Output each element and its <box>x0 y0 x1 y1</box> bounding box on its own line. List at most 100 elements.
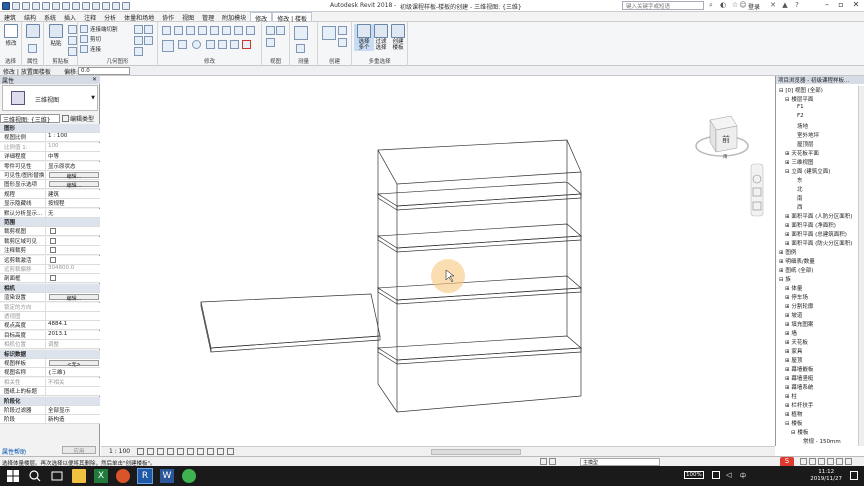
open-icon[interactable] <box>12 2 20 10</box>
undo-icon[interactable] <box>32 2 40 10</box>
property-value[interactable]: 调整 <box>46 340 100 348</box>
print-icon[interactable] <box>52 2 60 10</box>
split-element-icon[interactable] <box>222 26 231 35</box>
property-value[interactable] <box>46 312 100 320</box>
property-value[interactable] <box>46 387 100 395</box>
revit-logo-icon[interactable] <box>2 2 10 10</box>
select-underlay-icon[interactable] <box>809 458 816 465</box>
maximize-icon[interactable]: ▫ <box>834 0 848 12</box>
unpin-icon[interactable] <box>246 26 255 35</box>
property-value[interactable] <box>46 274 100 282</box>
pin-icon[interactable] <box>234 26 243 35</box>
floor-slab-4[interactable] <box>376 335 582 365</box>
system-clock[interactable]: 11:12 2019/11/27 <box>810 469 842 483</box>
demolish-icon[interactable] <box>144 25 153 34</box>
windows-start-icon[interactable] <box>6 469 20 483</box>
offset-icon[interactable] <box>174 26 183 35</box>
active-workset[interactable]: 主模型 <box>580 458 660 466</box>
select-pinned-icon[interactable] <box>818 458 825 465</box>
wechat-icon[interactable] <box>182 469 196 483</box>
move-icon[interactable] <box>162 40 174 52</box>
view-scale[interactable]: 1 : 100 <box>109 448 130 455</box>
create-floor-button[interactable]: 创建 楼板 <box>388 24 408 51</box>
mirror-axis-icon[interactable] <box>186 26 195 35</box>
property-value[interactable]: 2013.1 <box>46 331 100 339</box>
browser-item[interactable]: ⊟ 族 <box>779 275 791 283</box>
tab-3[interactable]: 插入 <box>60 12 80 22</box>
browser-item[interactable]: 常规 - 150mm <box>803 437 841 445</box>
cut-button[interactable]: 剪切 <box>80 35 101 43</box>
browser-item[interactable]: F1 <box>797 104 804 110</box>
match-type-icon[interactable] <box>68 47 77 56</box>
help-icon[interactable]: ? <box>792 1 802 11</box>
join-button[interactable]: 连接 <box>80 45 101 53</box>
drawing-area[interactable]: 前 南 <box>101 76 775 446</box>
property-value[interactable]: 不相关 <box>46 378 100 386</box>
floor-slab-1[interactable] <box>376 181 582 211</box>
trim-multiple-icon[interactable] <box>230 40 239 49</box>
tab-2[interactable]: 系统 <box>40 12 60 22</box>
browser-item[interactable]: ⊞ 幕墙嵌板 <box>785 365 813 373</box>
browser-item[interactable]: 室外地坪 <box>797 131 819 139</box>
vertical-scrollbar[interactable] <box>858 86 864 446</box>
design-options-icon[interactable] <box>549 458 556 465</box>
close-icon[interactable]: ✕ <box>92 76 97 83</box>
browser-item[interactable]: ⊟ 立面 (建筑立面) <box>785 167 830 175</box>
browser-item[interactable]: 南 <box>797 194 803 202</box>
connect-cut-button[interactable]: 连接端切割 <box>80 25 118 33</box>
network-icon[interactable] <box>712 471 720 479</box>
create-group-icon[interactable] <box>338 38 347 47</box>
tab-12[interactable]: 修改 | 楼板 <box>272 12 313 23</box>
override-icon[interactable] <box>276 26 285 35</box>
property-value[interactable]: 编辑... <box>46 293 100 301</box>
property-checkbox[interactable] <box>50 228 56 235</box>
tab-10[interactable]: 附加模块 <box>218 12 250 22</box>
split-face-icon[interactable] <box>144 36 153 45</box>
user-icon[interactable]: ☺ <box>738 1 748 11</box>
browser-item[interactable]: ⊞ 植物 <box>785 410 802 418</box>
browser-item[interactable]: 东 <box>797 176 803 184</box>
browser-item[interactable]: ⊞ 图例 <box>779 248 796 256</box>
browser-item[interactable]: ⊞ 分割轮廓 <box>785 302 813 310</box>
a360-icon[interactable]: ▲ <box>780 1 790 11</box>
wall-joins-icon[interactable] <box>134 25 143 34</box>
save-icon[interactable] <box>22 2 30 10</box>
apply-button[interactable]: 应用 <box>62 446 96 455</box>
floor-slab-3[interactable] <box>376 275 582 305</box>
mirror-draw-icon[interactable] <box>198 26 207 35</box>
browser-item[interactable]: ⊟ 楼层平面 <box>785 95 813 103</box>
property-section[interactable]: 图形 <box>0 124 100 133</box>
copy-icon[interactable] <box>68 25 77 34</box>
browser-item[interactable]: ⊞ 面积平面 (人防分区面积) <box>785 212 852 220</box>
property-edit-button[interactable]: 编辑... <box>49 172 99 179</box>
search-input[interactable]: 键入关键字或短语 <box>622 1 704 10</box>
property-checkbox[interactable] <box>50 247 56 254</box>
battery-indicator[interactable]: 100% <box>684 471 704 479</box>
property-value[interactable]: 显示原状态 <box>46 162 100 170</box>
chevron-down-icon[interactable]: ▼ <box>91 95 95 101</box>
property-section[interactable]: 范围 <box>0 218 100 227</box>
close-icon[interactable]: ✕ <box>849 0 863 12</box>
property-section[interactable]: 相机 <box>0 283 100 293</box>
measure-icon[interactable] <box>62 2 70 10</box>
property-value[interactable]: 304800.0 <box>46 265 100 273</box>
type-properties-icon[interactable] <box>28 44 37 53</box>
viewcube[interactable]: 前 南 <box>695 115 749 160</box>
ground-slab[interactable] <box>200 293 381 353</box>
property-value[interactable]: 新构造 <box>46 415 100 423</box>
modify-button[interactable]: 修改 <box>1 24 21 47</box>
redo-icon[interactable] <box>42 2 50 10</box>
section-icon[interactable] <box>92 2 100 10</box>
sun-path-icon[interactable] <box>157 448 164 455</box>
notifications-icon[interactable] <box>850 471 858 480</box>
browser-item[interactable]: 北 <box>797 185 803 193</box>
tab-9[interactable]: 管理 <box>198 12 218 22</box>
property-value[interactable] <box>46 246 100 254</box>
create-parts-icon[interactable] <box>338 26 347 35</box>
browser-item[interactable]: ⊞ 填充图案 <box>785 320 813 328</box>
browser-item[interactable]: ⊞ 柱 <box>785 392 797 400</box>
media-player-icon[interactable] <box>116 469 130 483</box>
browser-item[interactable]: ⊞ 幕墙系统 <box>785 383 813 391</box>
properties-button[interactable] <box>23 24 43 39</box>
remove-paint-icon[interactable] <box>134 47 143 56</box>
